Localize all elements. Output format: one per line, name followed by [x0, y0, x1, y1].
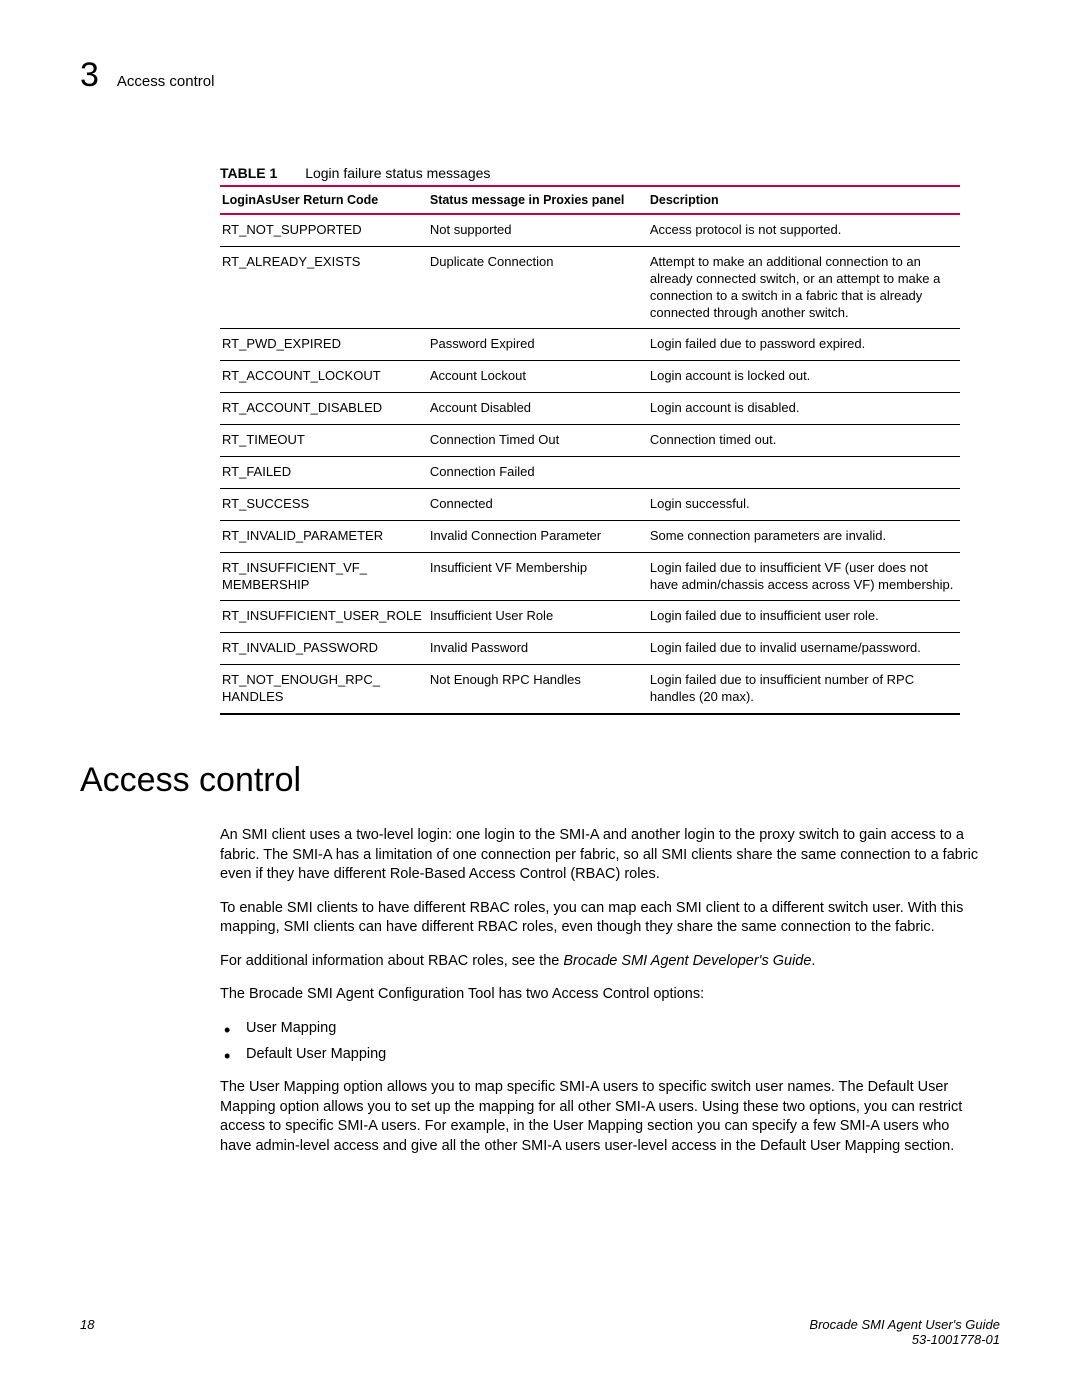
table-row: RT_INSUFFICIENT_VF_ MEMBERSHIPInsufficie… — [220, 552, 960, 601]
cell-desc: Login account is locked out. — [648, 361, 960, 393]
cell-desc: Login failed due to insufficient user ro… — [648, 601, 960, 633]
table-row: RT_NOT_ENOUGH_RPC_ HANDLESNot Enough RPC… — [220, 665, 960, 714]
status-table: LoginAsUser Return Code Status message i… — [220, 185, 960, 715]
cell-desc: Login account is disabled. — [648, 393, 960, 425]
p3-emphasis: Brocade SMI Agent Developer's Guide — [563, 953, 811, 969]
footer-right: Brocade SMI Agent User's Guide 53-100177… — [809, 1317, 1000, 1347]
cell-code: RT_PWD_EXPIRED — [220, 329, 428, 361]
cell-desc — [648, 457, 960, 489]
cell-msg: Not Enough RPC Handles — [428, 665, 648, 714]
cell-msg: Password Expired — [428, 329, 648, 361]
paragraph-5: The User Mapping option allows you to ma… — [220, 1078, 980, 1156]
table-row: RT_INVALID_PARAMETERInvalid Connection P… — [220, 520, 960, 552]
cell-desc: Connection timed out. — [648, 425, 960, 457]
cell-code: RT_SUCCESS — [220, 488, 428, 520]
cell-code: RT_INVALID_PARAMETER — [220, 520, 428, 552]
paragraph-1: An SMI client uses a two-level login: on… — [220, 826, 980, 885]
table-row: RT_ACCOUNT_LOCKOUTAccount LockoutLogin a… — [220, 361, 960, 393]
cell-msg: Invalid Password — [428, 633, 648, 665]
list-item: Default User Mapping — [220, 1045, 980, 1065]
cell-msg: Connection Timed Out — [428, 425, 648, 457]
cell-code: RT_ACCOUNT_LOCKOUT — [220, 361, 428, 393]
cell-desc: Login failed due to password expired. — [648, 329, 960, 361]
paragraph-2: To enable SMI clients to have different … — [220, 899, 980, 938]
table-label: TABLE 1 — [220, 165, 277, 181]
cell-code: RT_ALREADY_EXISTS — [220, 246, 428, 329]
chapter-number: 3 — [80, 56, 99, 95]
cell-code: RT_FAILED — [220, 457, 428, 489]
col-description: Description — [648, 186, 960, 214]
page-footer: 18 Brocade SMI Agent User's Guide 53-100… — [80, 1317, 1000, 1347]
paragraph-4: The Brocade SMI Agent Configuration Tool… — [220, 985, 980, 1005]
cell-desc: Login failed due to invalid username/pas… — [648, 633, 960, 665]
cell-msg: Insufficient User Role — [428, 601, 648, 633]
cell-msg: Account Lockout — [428, 361, 648, 393]
table-row: RT_INSUFFICIENT_USER_ROLEInsufficient Us… — [220, 601, 960, 633]
cell-msg: Insufficient VF Membership — [428, 552, 648, 601]
cell-desc: Access protocol is not supported. — [648, 214, 960, 246]
table-row: RT_SUCCESSConnectedLogin successful. — [220, 488, 960, 520]
cell-msg: Connection Failed — [428, 457, 648, 489]
table-row: RT_NOT_SUPPORTEDNot supportedAccess prot… — [220, 214, 960, 246]
header-title: Access control — [117, 73, 215, 90]
cell-desc: Login failed due to insufficient VF (use… — [648, 552, 960, 601]
cell-code: RT_INSUFFICIENT_USER_ROLE — [220, 601, 428, 633]
cell-desc: Login failed due to insufficient number … — [648, 665, 960, 714]
cell-code: RT_NOT_SUPPORTED — [220, 214, 428, 246]
table-row: RT_ACCOUNT_DISABLEDAccount DisabledLogin… — [220, 393, 960, 425]
section-heading: Access control — [80, 761, 1000, 800]
cell-code: RT_ACCOUNT_DISABLED — [220, 393, 428, 425]
cell-msg: Connected — [428, 488, 648, 520]
paragraph-3: For additional information about RBAC ro… — [220, 952, 980, 972]
cell-msg: Invalid Connection Parameter — [428, 520, 648, 552]
table-caption-text: Login failure status messages — [305, 165, 490, 181]
cell-desc: Some connection parameters are invalid. — [648, 520, 960, 552]
p3-post: . — [811, 953, 815, 969]
p3-pre: For additional information about RBAC ro… — [220, 953, 563, 969]
cell-code: RT_INVALID_PASSWORD — [220, 633, 428, 665]
table-row: RT_FAILEDConnection Failed — [220, 457, 960, 489]
page-header: 3 Access control — [80, 56, 1000, 95]
table-caption: TABLE 1 Login failure status messages — [220, 165, 960, 181]
table-row: RT_INVALID_PASSWORDInvalid PasswordLogin… — [220, 633, 960, 665]
options-list: User Mapping Default User Mapping — [220, 1019, 980, 1064]
cell-code: RT_TIMEOUT — [220, 425, 428, 457]
table-row: RT_PWD_EXPIREDPassword ExpiredLogin fail… — [220, 329, 960, 361]
cell-desc: Login successful. — [648, 488, 960, 520]
cell-code: RT_NOT_ENOUGH_RPC_ HANDLES — [220, 665, 428, 714]
doc-title: Brocade SMI Agent User's Guide — [809, 1317, 1000, 1332]
cell-desc: Attempt to make an additional connection… — [648, 246, 960, 329]
cell-code: RT_INSUFFICIENT_VF_ MEMBERSHIP — [220, 552, 428, 601]
cell-msg: Not supported — [428, 214, 648, 246]
status-table-block: TABLE 1 Login failure status messages Lo… — [220, 165, 960, 715]
col-return-code: LoginAsUser Return Code — [220, 186, 428, 214]
table-row: RT_TIMEOUTConnection Timed OutConnection… — [220, 425, 960, 457]
doc-id: 53-1001778-01 — [809, 1332, 1000, 1347]
list-item: User Mapping — [220, 1019, 980, 1039]
cell-msg: Duplicate Connection — [428, 246, 648, 329]
page-number: 18 — [80, 1317, 94, 1347]
col-status-message: Status message in Proxies panel — [428, 186, 648, 214]
section-body: An SMI client uses a two-level login: on… — [220, 826, 980, 1156]
cell-msg: Account Disabled — [428, 393, 648, 425]
table-row: RT_ALREADY_EXISTSDuplicate ConnectionAtt… — [220, 246, 960, 329]
